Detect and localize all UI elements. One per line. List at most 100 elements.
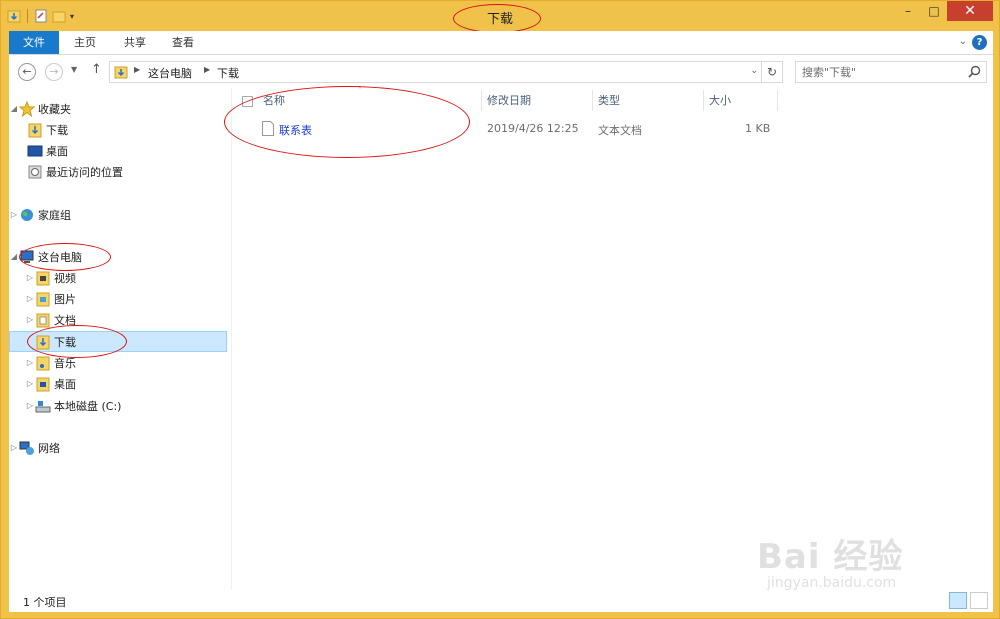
column-name[interactable]: 名称 [263, 88, 285, 113]
hard-drive-icon [35, 400, 51, 412]
tab-file[interactable]: 文件 [9, 31, 59, 54]
nav-this-pc[interactable]: ◢ 这台电脑 [9, 246, 227, 267]
tab-share[interactable]: 共享 [117, 31, 153, 54]
column-separator[interactable] [777, 90, 778, 111]
nav-label: 下载 [46, 123, 68, 137]
search-icon[interactable] [968, 65, 981, 78]
nav-label: 本地磁盘 (C:) [54, 399, 122, 413]
nav-desktop[interactable]: ▷ 桌面 [9, 373, 227, 394]
tab-home[interactable]: 主页 [67, 31, 103, 54]
nav-label: 网络 [38, 441, 60, 455]
expand-arrow-icon[interactable]: ▷ [9, 210, 19, 219]
window-controls: – □ ✕ [895, 1, 993, 21]
up-arrow-icon[interactable]: ↑ [91, 62, 102, 77]
recent-places-icon [28, 165, 42, 178]
nav-local-disk[interactable]: ▷ 本地磁盘 (C:) [9, 395, 227, 416]
address-bar[interactable]: ▶ 这台电脑 ▶ 下载 ⌄ ↻ [109, 61, 783, 83]
file-name[interactable]: 联系表 [279, 122, 312, 138]
nav-network[interactable]: ▷ 网络 [9, 437, 227, 458]
expand-arrow-icon[interactable]: ▷ [25, 358, 35, 367]
back-button[interactable]: ← [18, 63, 36, 81]
documents-folder-icon [36, 313, 50, 327]
expand-arrow-icon[interactable]: ▷ [25, 315, 35, 324]
nav-homegroup[interactable]: ▷ 家庭组 [9, 204, 227, 225]
file-modified: 2019/4/26 12:25 [487, 122, 579, 135]
nav-favorites[interactable]: ◢ 收藏夹 [9, 98, 227, 119]
nav-label: 下载 [54, 335, 76, 349]
column-separator[interactable] [481, 90, 482, 111]
collapse-arrow-icon[interactable]: ◢ [9, 104, 19, 113]
column-type[interactable]: 类型 [598, 88, 620, 113]
column-modified[interactable]: 修改日期 [487, 88, 531, 113]
nav-label: 桌面 [46, 144, 68, 158]
column-size[interactable]: 大小 [709, 88, 731, 113]
network-icon [19, 441, 34, 455]
expand-arrow-icon[interactable]: ▷ [25, 379, 35, 388]
nav-documents[interactable]: ▷ 文档 [9, 309, 227, 330]
address-dropdown-icon[interactable]: ⌄ [750, 66, 758, 76]
folder-download-icon [36, 335, 50, 349]
nav-favorites-desktop[interactable]: 桌面 [9, 140, 227, 161]
nav-music[interactable]: ▷ 音乐 [9, 352, 227, 373]
homegroup-icon [21, 208, 33, 221]
sort-ascending-icon: ˄ [358, 86, 362, 95]
nav-label: 音乐 [54, 356, 76, 370]
forward-button[interactable]: → [45, 63, 63, 81]
search-box [795, 61, 987, 83]
nav-label: 家庭组 [38, 208, 71, 222]
column-separator[interactable] [592, 90, 593, 111]
breadcrumb-arrow-icon[interactable]: ▶ [134, 65, 140, 74]
collapse-arrow-icon[interactable]: ◢ [9, 252, 19, 261]
annotation-circle-title [453, 4, 541, 33]
expand-arrow-icon[interactable]: ▷ [25, 401, 35, 410]
refresh-icon[interactable]: ↻ [761, 62, 782, 82]
desktop-icon [27, 145, 43, 156]
navigation-bar: ← → ▼ ↑ ▶ 这台电脑 ▶ 下载 ⌄ ↻ [9, 55, 993, 88]
breadcrumb-downloads[interactable]: 下载 [217, 65, 239, 81]
nav-label: 这台电脑 [38, 250, 82, 264]
music-folder-icon [36, 356, 50, 370]
large-icons-view-button[interactable] [970, 592, 988, 609]
file-row[interactable]: 联系表 2019/4/26 12:25 文本文档 1 KB [232, 119, 792, 139]
breadcrumb-arrow-icon[interactable]: ▶ [204, 65, 210, 74]
file-size: 1 KB [745, 122, 771, 135]
nav-label: 桌面 [54, 377, 76, 391]
recent-locations-icon[interactable]: ▼ [71, 65, 77, 74]
file-type: 文本文档 [598, 124, 642, 137]
nav-pictures[interactable]: ▷ 图片 [9, 288, 227, 309]
select-all-checkbox[interactable] [242, 96, 253, 107]
computer-icon [20, 250, 34, 263]
nav-favorites-label: 收藏夹 [38, 102, 71, 116]
expand-arrow-icon[interactable]: ▷ [25, 273, 35, 282]
minimize-button[interactable]: – [895, 1, 921, 21]
nav-favorites-recent[interactable]: 最近访问的位置 [9, 161, 227, 182]
nav-downloads[interactable]: 下载 [9, 331, 227, 352]
videos-folder-icon [36, 271, 50, 285]
text-file-icon [262, 121, 274, 136]
watermark: Bai 经验 jingyan.baidu.com [757, 509, 967, 599]
ribbon-tabs: 文件 主页 共享 查看 ⌄ ? [9, 31, 993, 55]
help-icon[interactable]: ? [972, 35, 987, 50]
nav-favorites-downloads[interactable]: 下载 [9, 119, 227, 140]
explorer-window: ▾ 下载 – □ ✕ 文件 主页 共享 查看 ⌄ ? ← → ▼ ↑ ▶ 这台电… [0, 0, 1000, 619]
pictures-folder-icon [36, 292, 50, 306]
nav-label: 最近访问的位置 [46, 165, 123, 179]
folder-download-icon [28, 123, 42, 137]
title-bar: ▾ 下载 – □ ✕ [1, 1, 999, 33]
nav-label: 文档 [54, 313, 76, 327]
tab-view[interactable]: 查看 [165, 31, 201, 54]
expand-arrow-icon[interactable]: ▷ [25, 294, 35, 303]
watermark-logo-text: Bai 经验 [757, 537, 904, 577]
navigation-pane: ◢ 收藏夹 下载 桌面 最近访问的位置 ▷ 家庭组 ◢ 这台电脑 ▷ 视频 ▷ … [9, 88, 229, 590]
breadcrumb-this-pc[interactable]: 这台电脑 [148, 65, 192, 81]
expand-arrow-icon[interactable]: ▷ [9, 443, 19, 452]
search-input[interactable] [796, 62, 956, 82]
chevron-down-icon[interactable]: ⌄ [959, 36, 967, 47]
desktop-folder-icon [36, 377, 50, 391]
maximize-button[interactable]: □ [921, 1, 947, 21]
close-button[interactable]: ✕ [947, 1, 993, 21]
folder-download-icon [114, 66, 128, 79]
watermark-url: jingyan.baidu.com [767, 575, 897, 591]
nav-videos[interactable]: ▷ 视频 [9, 267, 227, 288]
column-separator[interactable] [703, 90, 704, 111]
